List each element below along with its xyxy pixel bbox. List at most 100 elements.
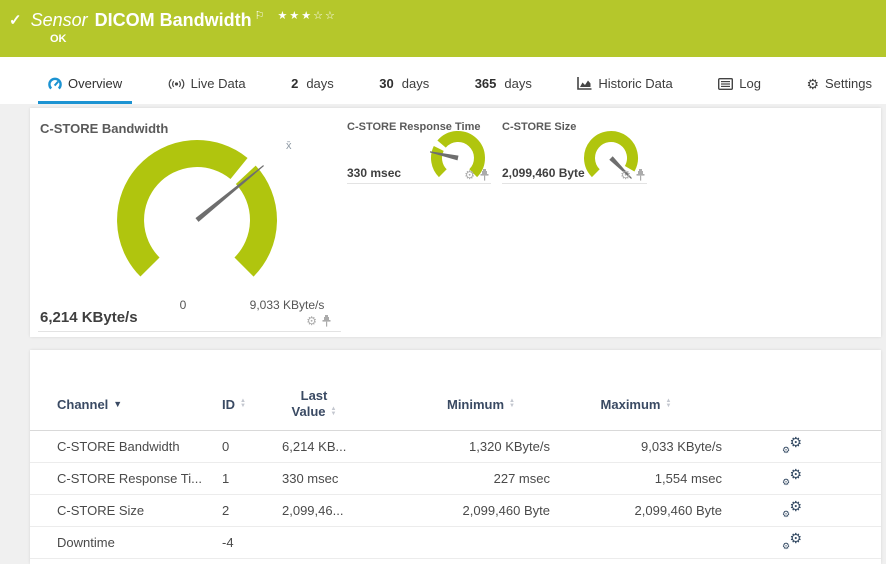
- channel-table-body: C-STORE Bandwidth 0 6,214 KB... 1,320 KB…: [30, 431, 881, 559]
- column-header-id[interactable]: ID ▲▼: [222, 397, 282, 412]
- tab-overview[interactable]: Overview: [38, 76, 132, 104]
- channel-name[interactable]: Downtime: [57, 535, 222, 550]
- gauge-current-value: 330 msec: [347, 166, 401, 180]
- tab-number: 2: [291, 76, 298, 91]
- gauge-min-label: 0: [163, 298, 203, 312]
- live-data-icon: [168, 78, 185, 90]
- table-row[interactable]: C-STORE Size 2 2,099,46... 2,099,460 Byt…: [30, 495, 881, 527]
- sort-icon: ▲▼: [509, 399, 515, 409]
- tab-label: Live Data: [191, 76, 246, 91]
- gauge-settings-icon[interactable]: ⚙: [306, 315, 317, 327]
- channel-table-panel: Channel ▼ ID ▲▼ Last Value ▲▼ Minimum ▲▼…: [30, 350, 881, 564]
- channel-id: -4: [222, 535, 282, 550]
- stars-empty[interactable]: ☆☆: [313, 10, 337, 22]
- channel-settings-icon[interactable]: ⚙ ⚙: [782, 500, 802, 518]
- gauge-widget-size: C-STORE Size 2,099,460 Byte ⚙: [502, 108, 647, 184]
- gear-small-icon: ⚙: [782, 478, 790, 487]
- gauge-title: C-STORE Size: [502, 121, 576, 133]
- table-header-row: Channel ▼ ID ▲▼ Last Value ▲▼ Minimum ▲▼…: [30, 378, 881, 431]
- column-header-last-value[interactable]: Last Value ▲▼: [282, 388, 412, 420]
- column-label: Value: [292, 404, 326, 420]
- channel-settings-icon[interactable]: ⚙ ⚙: [782, 436, 802, 454]
- gear-small-icon: ⚙: [782, 542, 790, 551]
- channel-maximum: 2,099,460 Byte: [550, 503, 722, 518]
- gauge-widget-bandwidth: C-STORE Bandwidth x̄ 0 9,033 KByte/s 6,2…: [38, 108, 341, 332]
- gear-small-icon: ⚙: [782, 446, 790, 455]
- status-ok-check-icon: ✓: [9, 10, 22, 32]
- table-row[interactable]: Downtime -4 ⚙ ⚙: [30, 527, 881, 559]
- table-row[interactable]: C-STORE Bandwidth 0 6,214 KB... 1,320 KB…: [30, 431, 881, 463]
- tab-label: Log: [739, 76, 761, 91]
- tab-log[interactable]: Log: [708, 76, 771, 104]
- tab-label: Historic Data: [598, 76, 672, 91]
- gauge-settings-icon[interactable]: ⚙: [464, 169, 475, 181]
- channel-last-value: 6,214 KB...: [282, 439, 412, 454]
- tab-30-days[interactable]: 30 days: [369, 76, 439, 104]
- status-badge: OK: [50, 33, 886, 45]
- channel-name[interactable]: C-STORE Size: [57, 503, 222, 518]
- gear-icon: ⚙: [789, 531, 802, 545]
- column-label: ID: [222, 397, 235, 412]
- channel-minimum: 1,320 KByte/s: [412, 439, 550, 454]
- sort-icon: ▲▼: [666, 399, 672, 409]
- channel-maximum: 9,033 KByte/s: [550, 439, 722, 454]
- channel-last-value: 330 msec: [282, 471, 412, 486]
- tab-365-days[interactable]: 365 days: [465, 76, 542, 104]
- gauge-icon: [48, 77, 62, 91]
- tab-live-data[interactable]: Live Data: [158, 76, 256, 104]
- gear-icon: ⚙: [789, 435, 802, 449]
- column-header-minimum[interactable]: Minimum ▲▼: [412, 397, 550, 412]
- log-icon: [718, 78, 733, 90]
- settings-gear-icon: ⚙: [806, 77, 819, 91]
- stars-filled[interactable]: ★★★: [277, 10, 313, 22]
- channel-settings-icon[interactable]: ⚙ ⚙: [782, 468, 802, 486]
- channel-minimum: 227 msec: [412, 471, 550, 486]
- pin-icon[interactable]: [322, 315, 331, 327]
- channel-name[interactable]: C-STORE Bandwidth: [57, 439, 222, 454]
- tab-label: Settings: [825, 76, 872, 91]
- channel-id: 2: [222, 503, 282, 518]
- tab-historic-data[interactable]: Historic Data: [567, 76, 682, 104]
- tab-settings[interactable]: ⚙ Settings: [796, 76, 882, 104]
- gear-icon: ⚙: [789, 467, 802, 481]
- gauge-settings-icon[interactable]: ⚙: [620, 169, 631, 181]
- tab-number: 30: [379, 76, 393, 91]
- channel-last-value: 2,099,46...: [282, 503, 412, 518]
- tab-number: 365: [475, 76, 497, 91]
- tab-label: days: [306, 76, 333, 91]
- page-title: DICOM Bandwidth: [95, 9, 252, 31]
- mean-marker-label: x̄: [286, 140, 292, 152]
- tab-bar: Overview Live Data 2 days 30 days 365 da…: [0, 57, 886, 104]
- gauges-panel: C-STORE Bandwidth x̄ 0 9,033 KByte/s 6,2…: [30, 108, 881, 337]
- table-row[interactable]: C-STORE Response Ti... 1 330 msec 227 ms…: [30, 463, 881, 495]
- priority-stars[interactable]: ★★★☆☆: [277, 9, 336, 23]
- sensor-header: ✓ Sensor DICOM Bandwidth ⚐ ★★★☆☆ OK: [0, 0, 886, 57]
- channel-minimum: 2,099,460 Byte: [412, 503, 550, 518]
- sensor-type-label: Sensor: [31, 9, 88, 31]
- channel-name[interactable]: C-STORE Response Ti...: [57, 471, 222, 486]
- channel-id: 1: [222, 471, 282, 486]
- pin-icon[interactable]: [636, 169, 645, 181]
- column-label: Last: [282, 388, 346, 404]
- tab-label: days: [402, 76, 429, 91]
- column-label: Channel: [57, 397, 108, 412]
- channel-maximum: 1,554 msec: [550, 471, 722, 486]
- sort-icon: ▲▼: [240, 399, 246, 409]
- gear-icon: ⚙: [789, 499, 802, 513]
- gauge-current-value: 2,099,460 Byte: [502, 166, 585, 180]
- gauge-max-label: 9,033 KByte/s: [232, 298, 342, 312]
- pin-icon[interactable]: [480, 169, 489, 181]
- historic-chart-icon: [577, 77, 592, 90]
- column-label: Minimum: [447, 397, 504, 412]
- sort-icon: ▲▼: [331, 407, 337, 417]
- tab-label: Overview: [68, 76, 122, 91]
- priority-flag-icon[interactable]: ⚐: [255, 9, 265, 23]
- bandwidth-gauge-chart: [107, 130, 287, 310]
- column-header-channel[interactable]: Channel ▼: [57, 397, 222, 412]
- tab-2-days[interactable]: 2 days: [281, 76, 344, 104]
- column-label: Maximum: [601, 397, 661, 412]
- gear-small-icon: ⚙: [782, 510, 790, 519]
- channel-settings-icon[interactable]: ⚙ ⚙: [782, 532, 802, 550]
- tab-label: days: [504, 76, 531, 91]
- column-header-maximum[interactable]: Maximum ▲▼: [550, 397, 722, 412]
